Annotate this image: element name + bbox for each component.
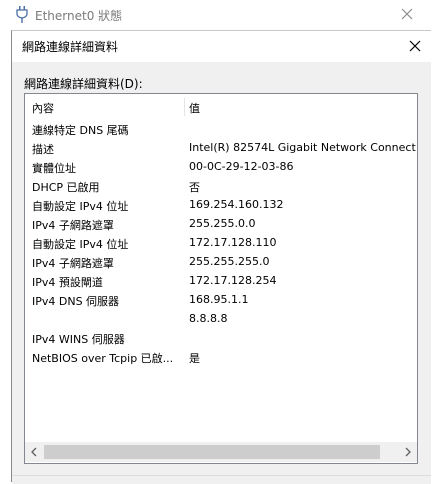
row-value: 是 [189, 352, 200, 365]
list-item[interactable]: DHCP 已啟用 否 [25, 177, 417, 196]
list-header: 內容 值 [25, 94, 417, 120]
list-item[interactable]: IPv4 子網路遮罩 255.255.255.0 [25, 253, 417, 272]
row-property: 自動設定 IPv4 位址 [32, 238, 129, 251]
dialog-title: 網路連線詳細資料 [22, 40, 119, 54]
column-header-value[interactable]: 值 [189, 100, 200, 116]
dialog-titlebar: 網路連線詳細資料 [12, 31, 431, 62]
list-item[interactable]: IPv4 DNS 伺服器 168.95.1.1 [25, 291, 417, 310]
chevron-right-icon[interactable] [399, 442, 417, 462]
row-value: 168.95.1.1 [189, 293, 249, 306]
column-separator[interactable] [184, 98, 185, 116]
column-header-property[interactable]: 內容 [32, 100, 54, 116]
row-value: 8.8.8.8 [189, 312, 228, 325]
list-item[interactable]: 連線特定 DNS 尾碼 [25, 120, 417, 139]
parent-window-title: Ethernet0 狀態 [35, 9, 123, 23]
list-item[interactable]: IPv4 預設閘道 172.17.128.254 [25, 272, 417, 291]
row-property: DHCP 已啟用 [32, 181, 100, 194]
row-value: 172.17.128.110 [189, 236, 277, 249]
row-property: 實體位址 [32, 162, 76, 175]
row-property: IPv4 子網路遮罩 [32, 257, 114, 270]
row-value: 255.255.0.0 [189, 217, 256, 230]
row-value: Intel(R) 82574L Gigabit Network Connect [189, 141, 416, 154]
list-item[interactable]: 自動設定 IPv4 位址 169.254.160.132 [25, 196, 417, 215]
list-item[interactable]: 自動設定 IPv4 位址 172.17.128.110 [25, 234, 417, 253]
horizontal-scrollbar[interactable] [25, 442, 417, 462]
details-list[interactable]: 內容 值 連線特定 DNS 尾碼 描述 Intel(R) 82574L Giga… [24, 93, 418, 464]
list-item[interactable]: 實體位址 00-0C-29-12-03-86 [25, 158, 417, 177]
row-property: IPv4 子網路遮罩 [32, 219, 114, 232]
chevron-left-icon[interactable] [25, 442, 43, 462]
row-property: NetBIOS over Tcpip 已啟... [32, 352, 174, 365]
list-item[interactable]: IPv4 子網路遮罩 255.255.0.0 [25, 215, 417, 234]
network-details-dialog: 網路連線詳細資料 網路連線詳細資料(D): 內容 值 連線特定 DNS 尾碼 描… [11, 30, 431, 484]
list-rows: 連線特定 DNS 尾碼 描述 Intel(R) 82574L Gigabit N… [25, 120, 417, 367]
details-list-label: 網路連線詳細資料(D): [24, 77, 143, 91]
row-property: 描述 [32, 143, 54, 156]
plug-icon [16, 6, 28, 23]
row-value: 255.255.255.0 [189, 255, 270, 268]
row-value: 172.17.128.254 [189, 274, 277, 287]
parent-titlebar: Ethernet0 狀態 [0, 0, 433, 30]
row-value: 否 [189, 181, 200, 194]
row-value: 00-0C-29-12-03-86 [189, 160, 294, 173]
row-property: 連線特定 DNS 尾碼 [32, 124, 129, 137]
dialog-bottom-area [12, 475, 431, 484]
row-value: 169.254.160.132 [189, 198, 284, 211]
close-icon[interactable] [407, 38, 423, 54]
parent-close-icon[interactable] [398, 5, 416, 23]
list-item[interactable]: 描述 Intel(R) 82574L Gigabit Network Conne… [25, 139, 417, 158]
row-property: 自動設定 IPv4 位址 [32, 200, 129, 213]
row-property: IPv4 DNS 伺服器 [32, 295, 120, 308]
row-property: IPv4 預設閘道 [32, 276, 103, 289]
list-item[interactable]: 8.8.8.8 [25, 310, 417, 329]
list-item[interactable]: NetBIOS over Tcpip 已啟... 是 [25, 348, 417, 367]
scrollbar-thumb[interactable] [44, 445, 380, 459]
row-property: IPv4 WINS 伺服器 [32, 333, 125, 346]
list-item[interactable]: IPv4 WINS 伺服器 [25, 329, 417, 348]
